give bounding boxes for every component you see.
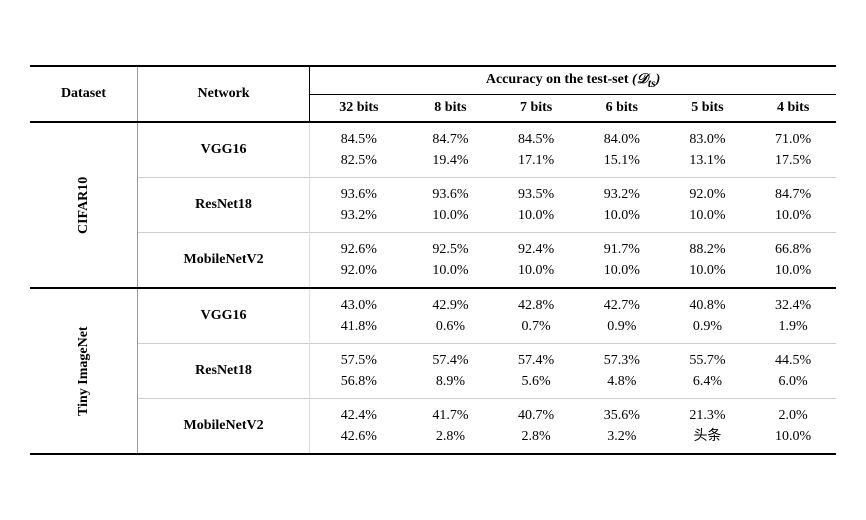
col-8bits: 8 bits xyxy=(408,95,494,123)
data-cell: 43.0%41.8% xyxy=(310,288,408,344)
data-cell: 2.0%10.0% xyxy=(750,399,836,455)
data-cell: 84.7%10.0% xyxy=(750,178,836,233)
data-cell: 42.7%0.9% xyxy=(579,288,665,344)
network-cell: ResNet18 xyxy=(137,344,309,399)
data-cell: 88.2%10.0% xyxy=(665,233,751,289)
data-cell: 93.6%93.2% xyxy=(310,178,408,233)
col-4bits: 4 bits xyxy=(750,95,836,123)
data-cell: 55.7%6.4% xyxy=(665,344,751,399)
data-cell: 93.5%10.0% xyxy=(493,178,579,233)
table-row: ResNet1893.6%93.2%93.6%10.0%93.5%10.0%93… xyxy=(30,178,836,233)
data-cell: 42.9%0.6% xyxy=(408,288,494,344)
accuracy-header: Accuracy on the test-set (𝒟ts) xyxy=(310,66,836,95)
data-cell: 57.4%5.6% xyxy=(493,344,579,399)
data-cell: 40.8%0.9% xyxy=(665,288,751,344)
network-cell: VGG16 xyxy=(137,122,309,178)
data-cell: 92.5%10.0% xyxy=(408,233,494,289)
data-cell: 93.6%10.0% xyxy=(408,178,494,233)
data-cell: 32.4%1.9% xyxy=(750,288,836,344)
data-cell: 84.7%19.4% xyxy=(408,122,494,178)
data-cell: 42.4%42.6% xyxy=(310,399,408,455)
network-cell: ResNet18 xyxy=(137,178,309,233)
data-cell: 57.3%4.8% xyxy=(579,344,665,399)
data-cell: 84.5%17.1% xyxy=(493,122,579,178)
dataset-cell: Tiny ImageNet xyxy=(30,288,137,454)
data-cell: 71.0%17.5% xyxy=(750,122,836,178)
col-6bits: 6 bits xyxy=(579,95,665,123)
data-cell: 92.0%10.0% xyxy=(665,178,751,233)
data-cell: 57.4%8.9% xyxy=(408,344,494,399)
table-container: Dataset Network Accuracy on the test-set… xyxy=(0,45,866,476)
data-cell: 57.5%56.8% xyxy=(310,344,408,399)
network-cell: VGG16 xyxy=(137,288,309,344)
data-cell: 41.7%2.8% xyxy=(408,399,494,455)
data-cell: 83.0%13.1% xyxy=(665,122,751,178)
data-cell: 93.2%10.0% xyxy=(579,178,665,233)
network-header: Network xyxy=(137,66,309,123)
data-cell: 44.5%6.0% xyxy=(750,344,836,399)
data-cell: 84.5%82.5% xyxy=(310,122,408,178)
col-7bits: 7 bits xyxy=(493,95,579,123)
table-row: MobileNetV242.4%42.6%41.7%2.8%40.7%2.8%3… xyxy=(30,399,836,455)
data-cell: 35.6%3.2% xyxy=(579,399,665,455)
dataset-cell: CIFAR10 xyxy=(30,122,137,288)
col-5bits: 5 bits xyxy=(665,95,751,123)
table-row: MobileNetV292.6%92.0%92.5%10.0%92.4%10.0… xyxy=(30,233,836,289)
table-row: CIFAR10VGG1684.5%82.5%84.7%19.4%84.5%17.… xyxy=(30,122,836,178)
table-row: ResNet1857.5%56.8%57.4%8.9%57.4%5.6%57.3… xyxy=(30,344,836,399)
network-cell: MobileNetV2 xyxy=(137,399,309,455)
data-cell: 91.7%10.0% xyxy=(579,233,665,289)
data-cell: 40.7%2.8% xyxy=(493,399,579,455)
header-row-1: Dataset Network Accuracy on the test-set… xyxy=(30,66,836,95)
table-row: Tiny ImageNetVGG1643.0%41.8%42.9%0.6%42.… xyxy=(30,288,836,344)
dataset-header: Dataset xyxy=(30,66,137,123)
data-cell: 92.6%92.0% xyxy=(310,233,408,289)
data-cell: 92.4%10.0% xyxy=(493,233,579,289)
data-cell: 66.8%10.0% xyxy=(750,233,836,289)
network-cell: MobileNetV2 xyxy=(137,233,309,289)
accuracy-table: Dataset Network Accuracy on the test-set… xyxy=(30,65,836,456)
data-cell: 42.8%0.7% xyxy=(493,288,579,344)
col-32bits: 32 bits xyxy=(310,95,408,123)
data-cell: 21.3%头条 xyxy=(665,399,751,455)
data-cell: 84.0%15.1% xyxy=(579,122,665,178)
